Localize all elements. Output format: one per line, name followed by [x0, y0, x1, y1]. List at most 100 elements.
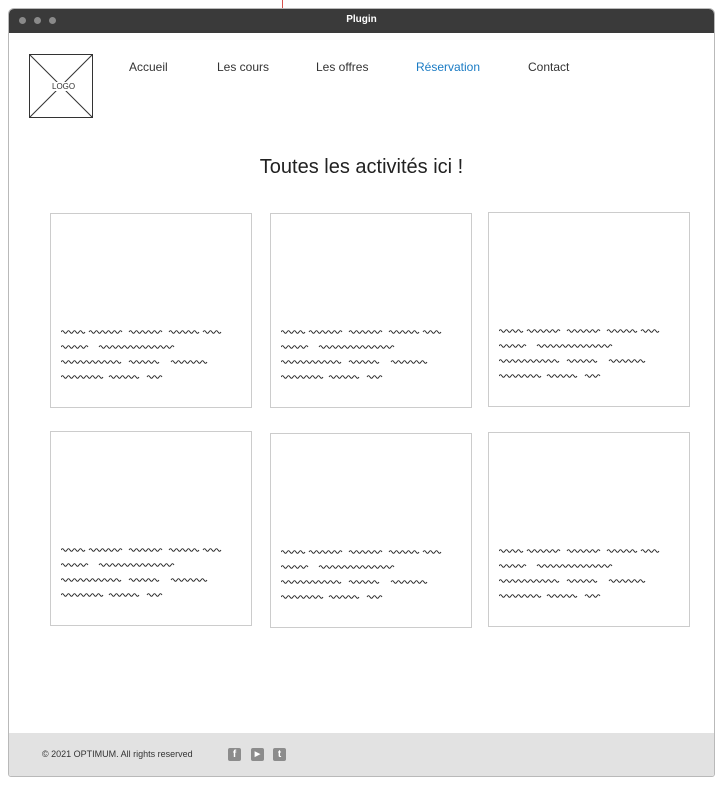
scribble-stroke [499, 594, 542, 598]
logo-label: LOGO [51, 82, 77, 91]
scribble-stroke [170, 578, 208, 582]
scribble-stroke [202, 330, 222, 334]
scribble-stroke [366, 595, 383, 599]
scribble-stroke [584, 594, 601, 598]
scribble-stroke [318, 565, 395, 569]
text-placeholder-scribble [499, 549, 660, 598]
scribble-stroke [608, 359, 646, 363]
logo-placeholder[interactable]: LOGO [29, 54, 93, 118]
activity-card[interactable] [50, 431, 252, 626]
scribble-stroke [499, 344, 527, 348]
scribble-stroke [566, 579, 598, 583]
activity-card[interactable] [488, 432, 690, 627]
scribble-stroke [318, 345, 395, 349]
footer: © 2021 OPTIMUM. All rights reserved f ▶ … [9, 733, 714, 776]
scribble-stroke [526, 549, 561, 553]
nav-les-offres[interactable]: Les offres [316, 60, 368, 74]
scribble-stroke [328, 595, 360, 599]
scribble-stroke [146, 375, 163, 379]
scribble-stroke [526, 329, 561, 333]
scribble-stroke [61, 593, 104, 597]
scribble-stroke [348, 580, 380, 584]
scribble-stroke [390, 360, 428, 364]
scribble-stroke [170, 360, 208, 364]
scribble-stroke [348, 550, 383, 554]
scribble-stroke [422, 330, 442, 334]
scribble-stroke [61, 330, 86, 334]
text-placeholder-scribble [61, 330, 222, 379]
scribble-stroke [308, 330, 343, 334]
scribble-stroke [281, 345, 309, 349]
scribble-stroke [584, 374, 601, 378]
scribble-stroke [499, 564, 527, 568]
scribble-stroke [128, 578, 160, 582]
scribble-stroke [499, 579, 560, 583]
scribble-stroke [108, 375, 140, 379]
scribble-stroke [366, 375, 383, 379]
text-placeholder-scribble [281, 550, 442, 599]
scribble-stroke [606, 549, 638, 553]
scribble-stroke [98, 345, 175, 349]
scribble-stroke [536, 344, 613, 348]
scribble-stroke [328, 375, 360, 379]
activity-card[interactable] [270, 433, 472, 628]
scribble-stroke [348, 360, 380, 364]
scribble-stroke [281, 375, 324, 379]
scribble-stroke [388, 330, 420, 334]
nav-les-cours[interactable]: Les cours [217, 60, 269, 74]
text-placeholder-scribble [281, 330, 442, 379]
scribble-stroke [606, 329, 638, 333]
scribble-stroke [128, 330, 163, 334]
twitter-icon[interactable]: t [273, 748, 286, 761]
scribble-stroke [128, 548, 163, 552]
scribble-stroke [61, 375, 104, 379]
scribble-stroke [61, 360, 122, 364]
scribble-stroke [281, 330, 306, 334]
scribble-stroke [281, 550, 306, 554]
scribble-stroke [281, 565, 309, 569]
copyright-text: © 2021 OPTIMUM. All rights reserved [42, 749, 193, 759]
scribble-stroke [640, 329, 660, 333]
nav-accueil[interactable]: Accueil [129, 60, 168, 74]
scribble-stroke [499, 549, 524, 553]
page-heading: Toutes les activités ici ! [259, 156, 464, 178]
activity-card[interactable] [270, 213, 472, 408]
scribble-stroke [566, 549, 601, 553]
scribble-stroke [98, 563, 175, 567]
activity-card[interactable] [488, 212, 690, 407]
scribble-stroke [281, 580, 342, 584]
browser-window: Plugin LOGO Accueil Les cours Les offres… [8, 8, 715, 777]
scribble-stroke [61, 578, 122, 582]
scribble-stroke [546, 374, 578, 378]
scribble-stroke [61, 563, 89, 567]
scribble-stroke [108, 593, 140, 597]
scribble-stroke [422, 550, 442, 554]
scribble-stroke [566, 329, 601, 333]
title-bar: Plugin [9, 9, 714, 33]
scribble-stroke [499, 374, 542, 378]
text-placeholder-scribble [499, 329, 660, 378]
scribble-stroke [640, 549, 660, 553]
nav-contact[interactable]: Contact [528, 60, 569, 74]
nav-reservation[interactable]: Réservation [416, 60, 480, 74]
scribble-stroke [128, 360, 160, 364]
guide-line [282, 0, 283, 8]
scribble-stroke [390, 580, 428, 584]
scribble-stroke [499, 329, 524, 333]
activity-card[interactable] [50, 213, 252, 408]
scribble-stroke [168, 330, 200, 334]
scribble-stroke [88, 548, 123, 552]
scribble-stroke [146, 593, 163, 597]
scribble-stroke [499, 359, 560, 363]
scribble-stroke [546, 594, 578, 598]
scribble-stroke [168, 548, 200, 552]
scribble-stroke [61, 548, 86, 552]
window-title: Plugin [346, 14, 377, 25]
youtube-icon[interactable]: ▶ [251, 748, 264, 761]
scribble-stroke [608, 579, 646, 583]
scribble-stroke [61, 345, 89, 349]
scribble-stroke [536, 564, 613, 568]
scribble-stroke [281, 360, 342, 364]
facebook-icon[interactable]: f [228, 748, 241, 761]
scribble-stroke [388, 550, 420, 554]
